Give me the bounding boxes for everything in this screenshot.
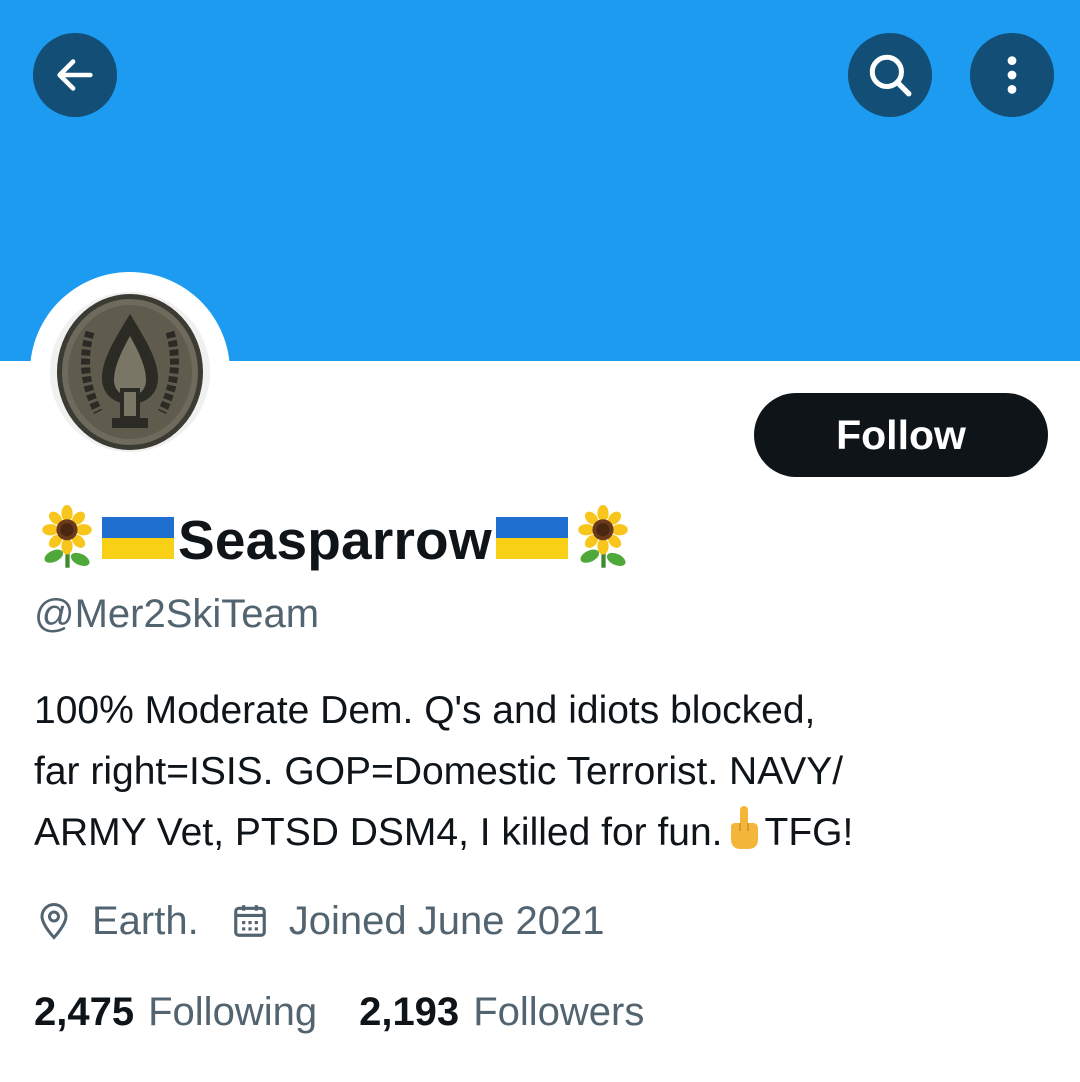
search-icon: [869, 54, 912, 97]
bio-line-text: ARMY Vet, PTSD DSM4, I killed for fun.: [34, 811, 723, 854]
following-stat[interactable]: 2,475 Following: [34, 990, 317, 1035]
profile-meta: Earth. Joined June 2021: [36, 893, 637, 949]
location-pin-icon: [40, 903, 68, 940]
arrow-left-icon: [57, 59, 93, 91]
calendar-icon: [233, 905, 266, 937]
middle-finger-icon: [730, 806, 758, 849]
bio-line: ARMY Vet, PTSD DSM4, I killed for fun. T…: [34, 802, 1044, 863]
follow-stats: 2,475 Following 2,193 Followers: [34, 983, 686, 1041]
bio-tail: TFG!: [764, 811, 854, 854]
search-button[interactable]: [848, 33, 932, 117]
following-count: 2,475: [34, 989, 135, 1034]
follow-button[interactable]: Follow: [754, 393, 1048, 477]
followers-label: Followers: [473, 989, 645, 1034]
joined-date: Joined June 2021: [231, 899, 605, 944]
user-handle: @Mer2SkiTeam: [34, 592, 320, 636]
followers-count: 2,193: [359, 989, 460, 1034]
following-label: Following: [148, 989, 318, 1034]
display-name-row: Seasparrow: [34, 500, 636, 580]
location: Earth.: [36, 899, 199, 944]
bio: 100% Moderate Dem. Q's and idiots blocke…: [34, 680, 1044, 863]
avatar[interactable]: [50, 292, 210, 452]
location-text: Earth.: [92, 898, 199, 943]
display-name: Seasparrow: [178, 509, 492, 571]
ukraine-flag-icon: [100, 513, 176, 568]
bio-line: 100% Moderate Dem. Q's and idiots blocke…: [34, 689, 816, 732]
more-options-button[interactable]: [970, 33, 1054, 117]
military-badge-avatar: [50, 292, 210, 452]
more-vertical-icon: [1007, 56, 1017, 94]
joined-text: Joined June 2021: [288, 898, 605, 943]
followers-stat[interactable]: 2,193 Followers: [359, 990, 644, 1035]
ukraine-flag-icon: [494, 513, 570, 568]
sunflower-icon: [34, 504, 100, 576]
sunflower-icon: [570, 504, 636, 576]
back-button[interactable]: [33, 33, 117, 117]
bio-line: far right=ISIS. GOP=Domestic Terrorist. …: [34, 750, 844, 793]
